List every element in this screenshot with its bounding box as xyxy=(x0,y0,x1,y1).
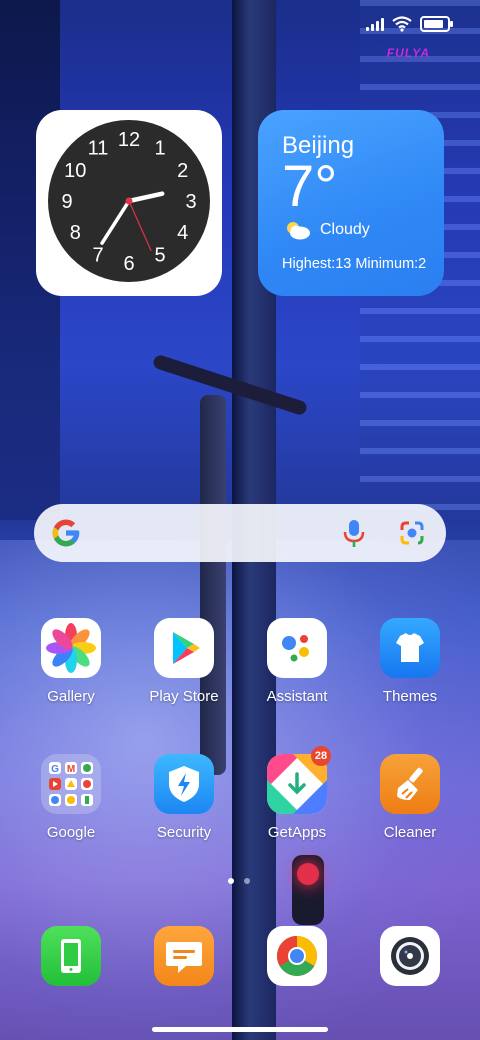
page-dot-inactive xyxy=(244,878,250,884)
themes-icon xyxy=(380,618,440,678)
app-play-store[interactable]: Play Store xyxy=(139,618,229,705)
clock-number: 9 xyxy=(61,191,72,213)
app-label: Gallery xyxy=(47,688,95,705)
play-store-icon xyxy=(154,618,214,678)
google-folder-icon: G M xyxy=(41,754,101,814)
notification-badge: 28 xyxy=(311,746,331,766)
battery-level xyxy=(424,20,443,28)
page-indicator xyxy=(228,878,250,884)
clock-widget[interactable]: 12 1 2 3 4 5 6 7 8 9 10 11 xyxy=(36,110,222,296)
clock-number: 8 xyxy=(70,222,81,244)
clock-number: 12 xyxy=(118,129,140,151)
app-label: GetApps xyxy=(267,824,327,841)
clock-number: 3 xyxy=(185,191,196,213)
camera-icon xyxy=(380,926,440,986)
app-themes[interactable]: Themes xyxy=(365,618,455,705)
clock-number: 11 xyxy=(88,137,109,159)
app-label: Assistant xyxy=(266,688,328,705)
page-dot-active xyxy=(228,878,234,884)
battery-icon xyxy=(420,16,453,32)
clock-number: 4 xyxy=(177,222,188,244)
dock-messages[interactable] xyxy=(139,926,229,986)
app-assistant[interactable]: Assistant xyxy=(252,618,342,705)
clock-number: 5 xyxy=(154,245,165,267)
cloudy-icon xyxy=(287,222,310,240)
getapps-icon-wrap: 28 xyxy=(267,746,331,814)
app-label: Play Store xyxy=(149,688,219,705)
app-security[interactable]: Security xyxy=(139,754,229,841)
gallery-icon xyxy=(41,618,101,678)
wallpaper-watermark: FULYA xyxy=(386,46,430,60)
google-g-icon xyxy=(52,519,80,547)
dock-phone[interactable] xyxy=(26,926,116,986)
analog-clock: 12 12 3 45678 9 1011 xyxy=(48,120,210,282)
assistant-icon xyxy=(267,618,327,678)
app-gallery[interactable]: Gallery xyxy=(26,618,116,705)
app-label: Security xyxy=(156,824,212,841)
home-gesture-bar[interactable] xyxy=(152,1027,328,1032)
google-search-bar[interactable] xyxy=(34,504,446,562)
wallpaper-scooter xyxy=(200,395,226,775)
cleaner-icon xyxy=(380,754,440,814)
wallpaper-scooter-handlebar xyxy=(151,353,309,417)
app-label: Themes xyxy=(382,688,438,705)
weather-condition-row: Cloudy xyxy=(284,220,370,240)
messages-icon xyxy=(154,926,214,986)
clock-number: 7 xyxy=(92,245,103,267)
app-label: Google xyxy=(46,824,96,841)
clock-number: 10 xyxy=(64,160,86,182)
phone-icon xyxy=(41,926,101,986)
chrome-icon xyxy=(267,926,327,986)
app-label: Cleaner xyxy=(383,824,437,841)
lens-icon[interactable] xyxy=(398,519,426,547)
clock-number: 2 xyxy=(177,160,188,182)
signal-icon xyxy=(366,17,384,31)
svg-text:M: M xyxy=(67,764,75,775)
app-getapps[interactable]: 28 GetApps xyxy=(252,746,342,841)
clock-number: 6 xyxy=(123,253,134,275)
wallpaper-traffic-signal xyxy=(292,855,324,925)
mic-icon[interactable] xyxy=(340,518,368,548)
app-cleaner[interactable]: Cleaner xyxy=(365,754,455,841)
dock-chrome[interactable] xyxy=(252,926,342,986)
weather-high-low: Highest:13 Minimum:2 xyxy=(282,256,427,272)
wifi-icon xyxy=(392,16,412,32)
weather-condition: Cloudy xyxy=(320,221,370,238)
clock-number: 1 xyxy=(154,137,165,159)
weather-widget[interactable]: Beijing 7° Cloudy Highest:13 Minimum:2 xyxy=(258,110,444,296)
security-icon xyxy=(154,754,214,814)
status-bar xyxy=(366,16,453,32)
dock-camera[interactable] xyxy=(365,926,455,986)
clock-center xyxy=(125,197,133,205)
svg-text:G: G xyxy=(51,764,59,775)
weather-temperature: 7° xyxy=(282,154,338,219)
app-google-folder[interactable]: G M Google xyxy=(26,754,116,841)
